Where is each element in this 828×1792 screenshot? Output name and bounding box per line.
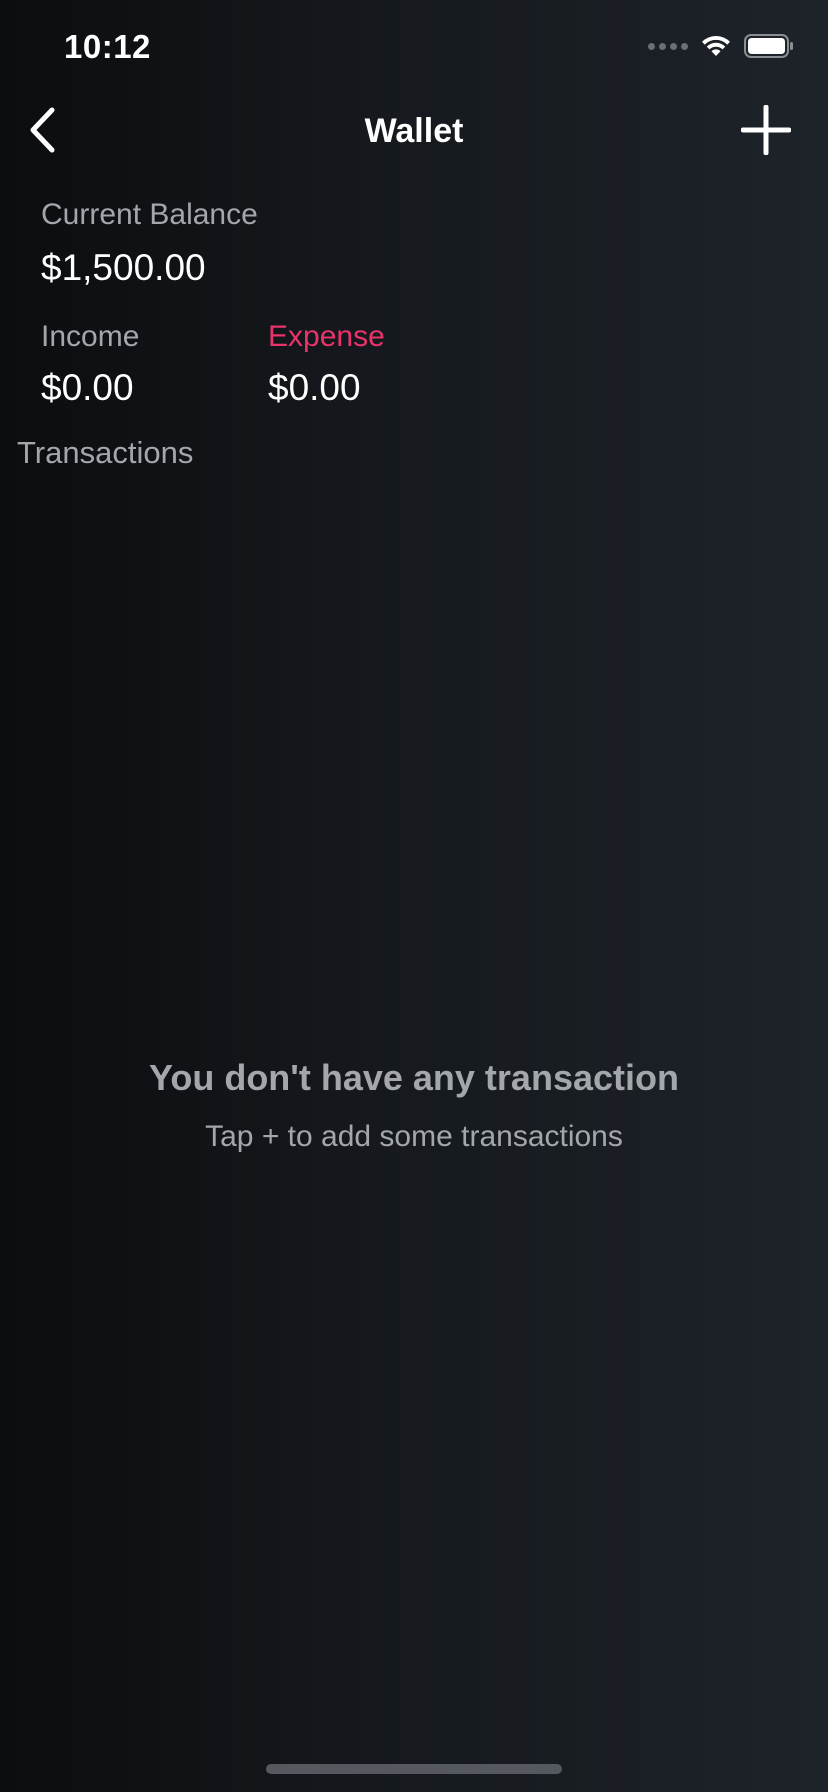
add-transaction-button[interactable] (740, 104, 792, 160)
battery-icon (744, 34, 794, 58)
current-balance-label: Current Balance (41, 198, 258, 231)
empty-state-subtitle: Tap + to add some transactions (205, 1120, 623, 1153)
current-balance-value: $1,500.00 (41, 247, 206, 288)
home-indicator[interactable] (266, 1764, 562, 1774)
plus-icon (740, 104, 792, 160)
income-value: $0.00 (41, 367, 134, 408)
status-icons (648, 34, 794, 58)
expense-label: Expense (268, 320, 385, 353)
wifi-icon (700, 34, 732, 58)
transactions-section-title: Transactions (17, 435, 194, 470)
status-time: 10:12 (64, 28, 151, 65)
page-title: Wallet (364, 112, 464, 150)
expense-value: $0.00 (268, 367, 361, 408)
cellular-signal-icon (648, 42, 688, 50)
empty-state-title: You don't have any transaction (149, 1057, 679, 1098)
income-label: Income (41, 320, 140, 353)
